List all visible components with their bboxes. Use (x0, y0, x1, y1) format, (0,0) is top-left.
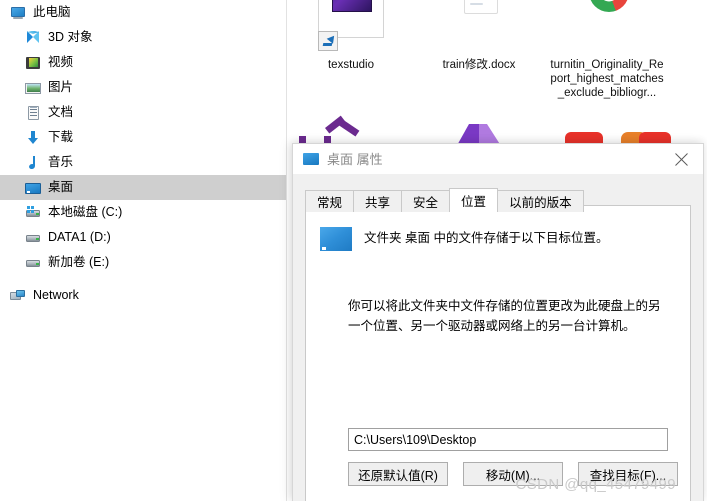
desktop-folder-icon (320, 224, 352, 252)
sidebar-item-pictures[interactable]: 图片 (0, 75, 286, 100)
sidebar-item-label: 此电脑 (33, 5, 71, 20)
restore-default-button[interactable]: 还原默认值(R) (348, 462, 448, 486)
sidebar-item-label: 图片 (48, 80, 74, 95)
location-heading-text: 文件夹 桌面 中的文件存储于以下目标位置。 (364, 230, 609, 245)
list-item[interactable]: turnitin_Originality_Report_highest_matc… (543, 0, 671, 100)
sidebar-item-new-volume-e[interactable]: 新加卷 (E:) (0, 250, 286, 275)
chrome-icon (589, 0, 629, 12)
sidebar-item-3d-objects[interactable]: 3D 对象 (0, 25, 286, 50)
sidebar-item-data1-d[interactable]: DATA1 (D:) (0, 225, 286, 250)
music-icon (25, 155, 41, 171)
sidebar-item-label: 本地磁盘 (C:) (48, 205, 123, 220)
file-name: turnitin_Originality_Report_highest_matc… (550, 59, 664, 99)
picture-icon (25, 80, 41, 96)
sidebar-item-videos[interactable]: 视频 (0, 50, 286, 75)
tex-logo-icon: TEX (332, 0, 372, 12)
sidebar-item-label: DATA1 (D:) (48, 230, 111, 245)
texstudio-shortcut-icon: TEX (287, 0, 415, 56)
drive-icon (25, 230, 41, 246)
video-icon (25, 55, 41, 71)
tab-label: 位置 (461, 195, 487, 209)
system-drive-icon (25, 205, 41, 221)
target-path-input[interactable] (348, 428, 668, 451)
tab-security[interactable]: 安全 (401, 190, 451, 212)
word-document-icon (415, 0, 543, 56)
dialog-title: 桌面 属性 (327, 151, 383, 167)
navigation-pane[interactable]: 此电脑 3D 对象 视频 图片 文档 下载 音乐 桌面 本地磁盘 (C:) DA… (0, 0, 287, 501)
sidebar-item-label: 3D 对象 (48, 30, 93, 45)
list-item[interactable]: TEX texstudio (287, 0, 415, 100)
desktop-icon (25, 180, 41, 196)
sidebar-item-label: 视频 (48, 55, 74, 70)
document-icon (25, 105, 41, 121)
sidebar-item-label: 音乐 (48, 155, 74, 170)
tab-previous-versions[interactable]: 以前的版本 (497, 190, 584, 212)
sidebar-item-music[interactable]: 音乐 (0, 150, 286, 175)
list-item[interactable]: train修改.docx (415, 0, 543, 100)
tab-label: 安全 (413, 196, 439, 210)
sidebar-item-label: 新加卷 (E:) (48, 255, 110, 270)
sidebar-item-label: 桌面 (48, 180, 74, 195)
text-line (470, 3, 483, 5)
sidebar-item-label: 文档 (48, 105, 74, 120)
desktop-properties-dialog: 桌面 属性 常规 共享 安全 位置 以前的版本 文件夹 桌面 中的文件存储于以下… (292, 143, 704, 501)
word-icon (460, 0, 500, 14)
tab-sharing[interactable]: 共享 (353, 190, 403, 212)
sidebar-item-this-pc[interactable]: 此电脑 (0, 0, 286, 25)
tab-general[interactable]: 常规 (305, 190, 355, 212)
sidebar-item-label: Network (33, 288, 79, 303)
cube-icon (25, 30, 41, 46)
desktop-folder-icon (303, 151, 319, 167)
sidebar-item-desktop[interactable]: 桌面 (0, 175, 286, 200)
file-name: train修改.docx (442, 59, 516, 71)
sidebar-item-documents[interactable]: 文档 (0, 100, 286, 125)
tab-label: 以前的版本 (509, 196, 572, 210)
tab-label: 共享 (365, 196, 391, 210)
tab-location[interactable]: 位置 (449, 188, 499, 212)
file-grid: TEX texstudio train修改.docx (287, 0, 707, 100)
sidebar-item-local-disk-c[interactable]: 本地磁盘 (C:) (0, 200, 286, 225)
sidebar-item-label: 下载 (48, 130, 74, 145)
drive-icon (25, 255, 41, 271)
sidebar-item-network[interactable]: Network (0, 283, 286, 308)
chrome-html-document-icon (543, 0, 671, 56)
dialog-title-bar[interactable]: 桌面 属性 (293, 144, 703, 174)
file-name: texstudio (327, 59, 375, 71)
location-heading-row: 文件夹 桌面 中的文件存储于以下目标位置。 (320, 224, 690, 252)
location-description-text: 你可以将此文件夹中文件存储的位置更改为此硬盘上的另一个位置、另一个驱动器或网络上… (348, 299, 661, 333)
shortcut-arrow-icon (318, 31, 338, 51)
csdn-watermark: CSDN @qq_45479499 (515, 476, 676, 493)
monitor-icon (10, 5, 26, 21)
sidebar-item-downloads[interactable]: 下载 (0, 125, 286, 150)
tab-label: 常规 (317, 196, 343, 210)
download-icon (25, 130, 41, 146)
tab-panel-location: 文件夹 桌面 中的文件存储于以下目标位置。 你可以将此文件夹中文件存储的位置更改… (305, 205, 691, 501)
close-icon[interactable] (659, 144, 703, 174)
network-icon (10, 288, 26, 304)
